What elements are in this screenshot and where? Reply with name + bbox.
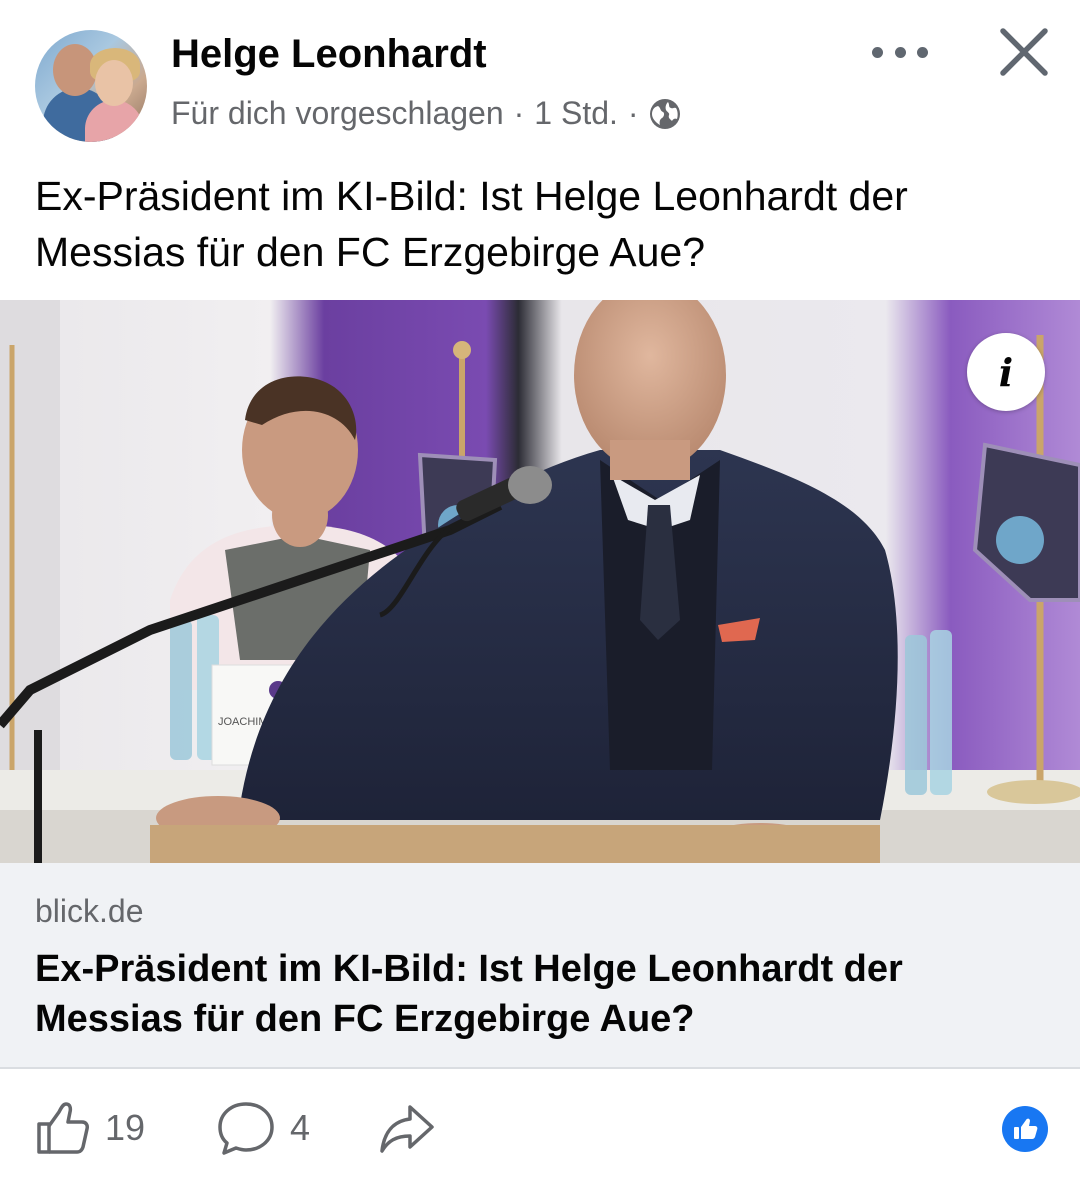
meta-separator: · <box>513 95 525 131</box>
like-count: 19 <box>105 1107 146 1148</box>
author-avatar[interactable] <box>35 30 147 142</box>
share-button[interactable] <box>378 1098 436 1158</box>
link-domain: blick.de <box>35 893 144 929</box>
close-icon[interactable] <box>998 26 1050 78</box>
comment-icon <box>218 1102 274 1155</box>
more-dots-icon[interactable] <box>872 32 928 72</box>
divider <box>0 1067 1080 1069</box>
link-preview-image[interactable]: JOACHIM ENGEL <box>0 300 1080 863</box>
meta-separator: · <box>627 95 639 131</box>
like-reaction-icon <box>1002 1106 1048 1152</box>
share-icon <box>380 1105 434 1153</box>
globe-icon <box>649 98 680 129</box>
action-bar: 19 4 <box>0 1070 1080 1189</box>
post-time[interactable]: 1 Std. <box>534 95 618 132</box>
link-title[interactable]: Ex-Präsident im KI-Bild: Ist Helge Leonh… <box>35 944 1045 1044</box>
thumbs-up-icon <box>37 1102 89 1154</box>
suggested-label: Für dich vorgeschlagen <box>171 95 504 131</box>
comment-count: 4 <box>290 1107 311 1148</box>
post-text: Ex-Präsident im KI-Bild: Ist Helge Leonh… <box>35 173 908 275</box>
info-icon[interactable]: i <box>967 333 1045 411</box>
post-header: Helge Leonhardt Für dich vorgeschlagen ·… <box>0 0 1080 150</box>
comment-button[interactable]: 4 <box>216 1098 310 1158</box>
post-meta: Für dich vorgeschlagen · 1 Std. · <box>171 95 681 132</box>
like-button[interactable]: 19 <box>35 1098 145 1158</box>
author-name[interactable]: Helge Leonhardt <box>171 32 487 77</box>
